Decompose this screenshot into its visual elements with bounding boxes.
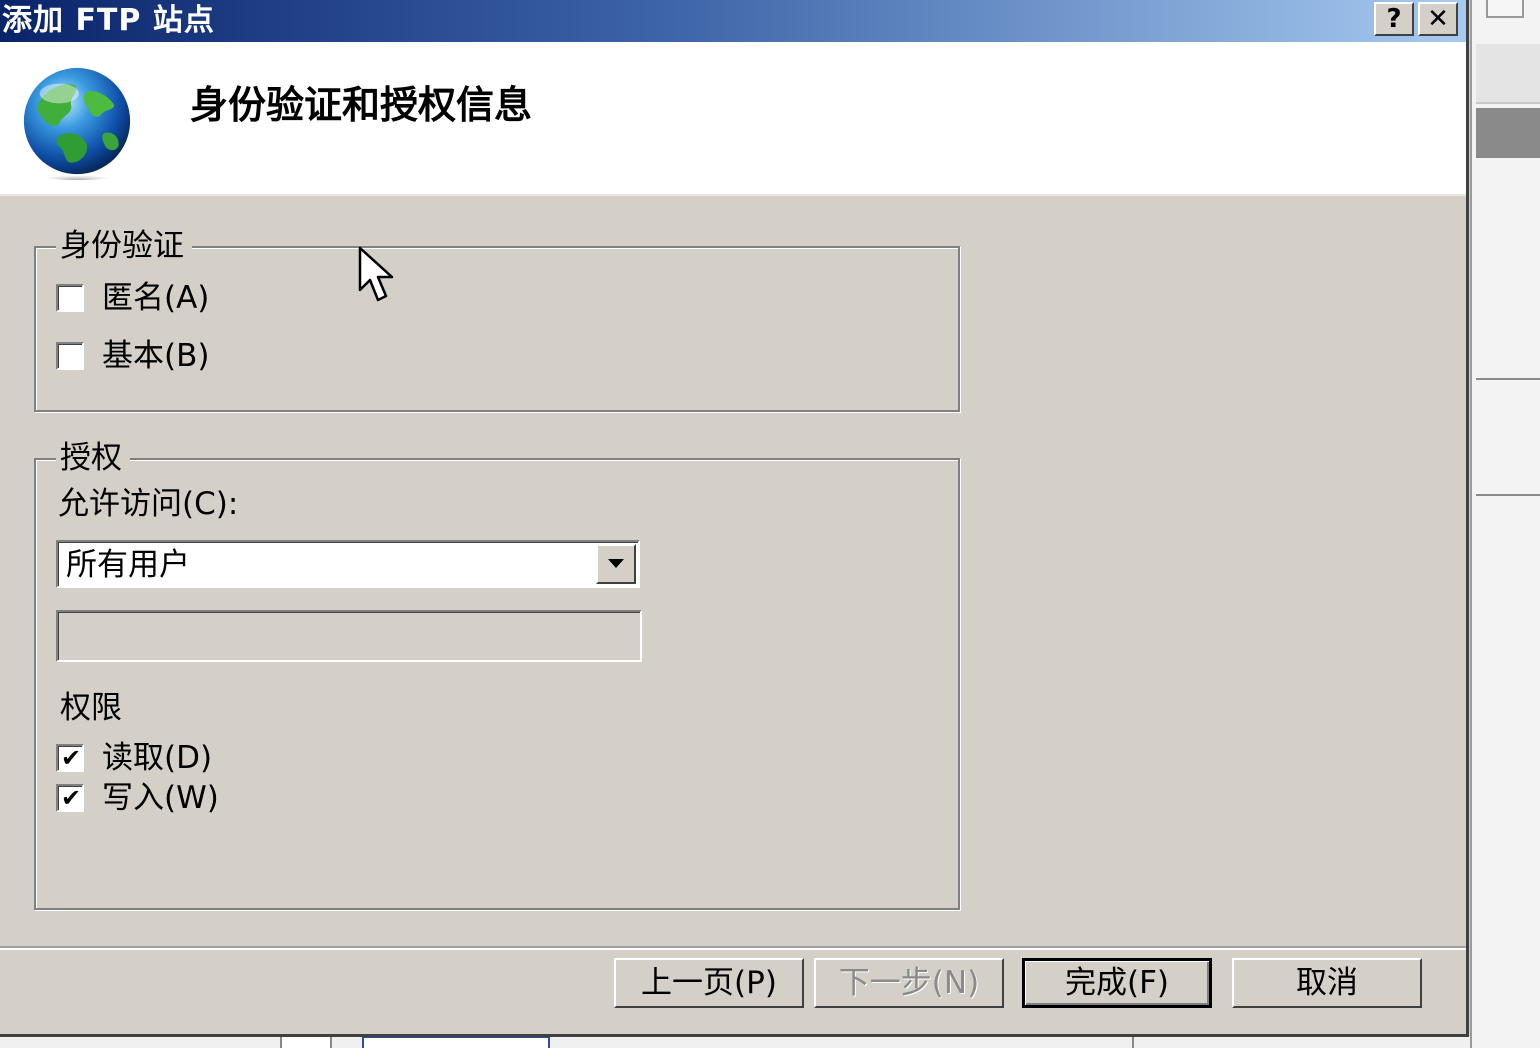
anonymous-label[interactable]: 匿名(A) (102, 280, 209, 316)
dialog-title: 添加 FTP 站点 (2, 3, 215, 38)
background-window (1470, 0, 1540, 1048)
basic-checkbox[interactable] (56, 342, 84, 370)
allow-access-dropdown[interactable]: 所有用户 (56, 540, 640, 588)
basic-label[interactable]: 基本(B) (102, 338, 209, 374)
authorization-group: 授权 (34, 436, 960, 910)
users-roles-field (56, 610, 642, 662)
background-toolbar (1476, 44, 1540, 104)
globe-icon (23, 67, 131, 181)
background-divider (1476, 494, 1540, 496)
background-selected-band (1476, 108, 1540, 158)
background-divider (1132, 1036, 1134, 1048)
authorization-group-label: 授权 (56, 436, 130, 480)
anonymous-checkbox[interactable] (56, 284, 84, 312)
anonymous-checkbox-row[interactable]: 匿名(A) (56, 280, 209, 316)
read-checkbox[interactable]: ✔ (56, 744, 84, 772)
close-button[interactable]: ✕ (1418, 2, 1458, 36)
basic-checkbox-row[interactable]: 基本(B) (56, 338, 209, 374)
cancel-button[interactable]: 取消 (1232, 958, 1422, 1008)
finish-button[interactable]: 完成(F) (1022, 958, 1212, 1008)
chevron-down-icon (608, 559, 624, 568)
background-control (280, 1036, 332, 1048)
background-divider (1476, 378, 1540, 380)
authentication-group: 身份验证 (34, 224, 960, 412)
allow-access-value: 所有用户 (66, 547, 190, 583)
next-button[interactable]: 下一步(N) (814, 958, 1004, 1008)
checkmark-icon: ✔ (61, 744, 82, 772)
background-control (362, 1036, 550, 1048)
title-bar[interactable]: 添加 FTP 站点 ? ✕ (0, 0, 1466, 42)
previous-button[interactable]: 上一页(P) (614, 958, 804, 1008)
background-window-icon (1486, 0, 1524, 18)
footer-separator (0, 946, 1466, 950)
write-checkbox[interactable]: ✔ (56, 784, 84, 812)
add-ftp-site-dialog: 添加 FTP 站点 ? ✕ 身份验证和授权信息 身份验证 匿名(A) 基本(B)… (0, 0, 1469, 1037)
mouse-pointer-icon (358, 246, 394, 302)
authentication-group-label: 身份验证 (56, 224, 192, 268)
allow-access-label: 允许访问(C): (58, 486, 239, 522)
help-button[interactable]: ? (1374, 2, 1414, 36)
read-label[interactable]: 读取(D) (102, 740, 212, 776)
read-checkbox-row[interactable]: ✔ 读取(D) (56, 740, 212, 776)
page-title: 身份验证和授权信息 (190, 83, 533, 127)
checkmark-icon: ✔ (61, 784, 82, 812)
permissions-label: 权限 (60, 690, 122, 726)
dropdown-button[interactable] (596, 544, 636, 584)
wizard-header: 身份验证和授权信息 (0, 42, 1466, 196)
write-label[interactable]: 写入(W) (102, 780, 219, 816)
background-bottom-strip (0, 1036, 1470, 1048)
write-checkbox-row[interactable]: ✔ 写入(W) (56, 780, 219, 816)
